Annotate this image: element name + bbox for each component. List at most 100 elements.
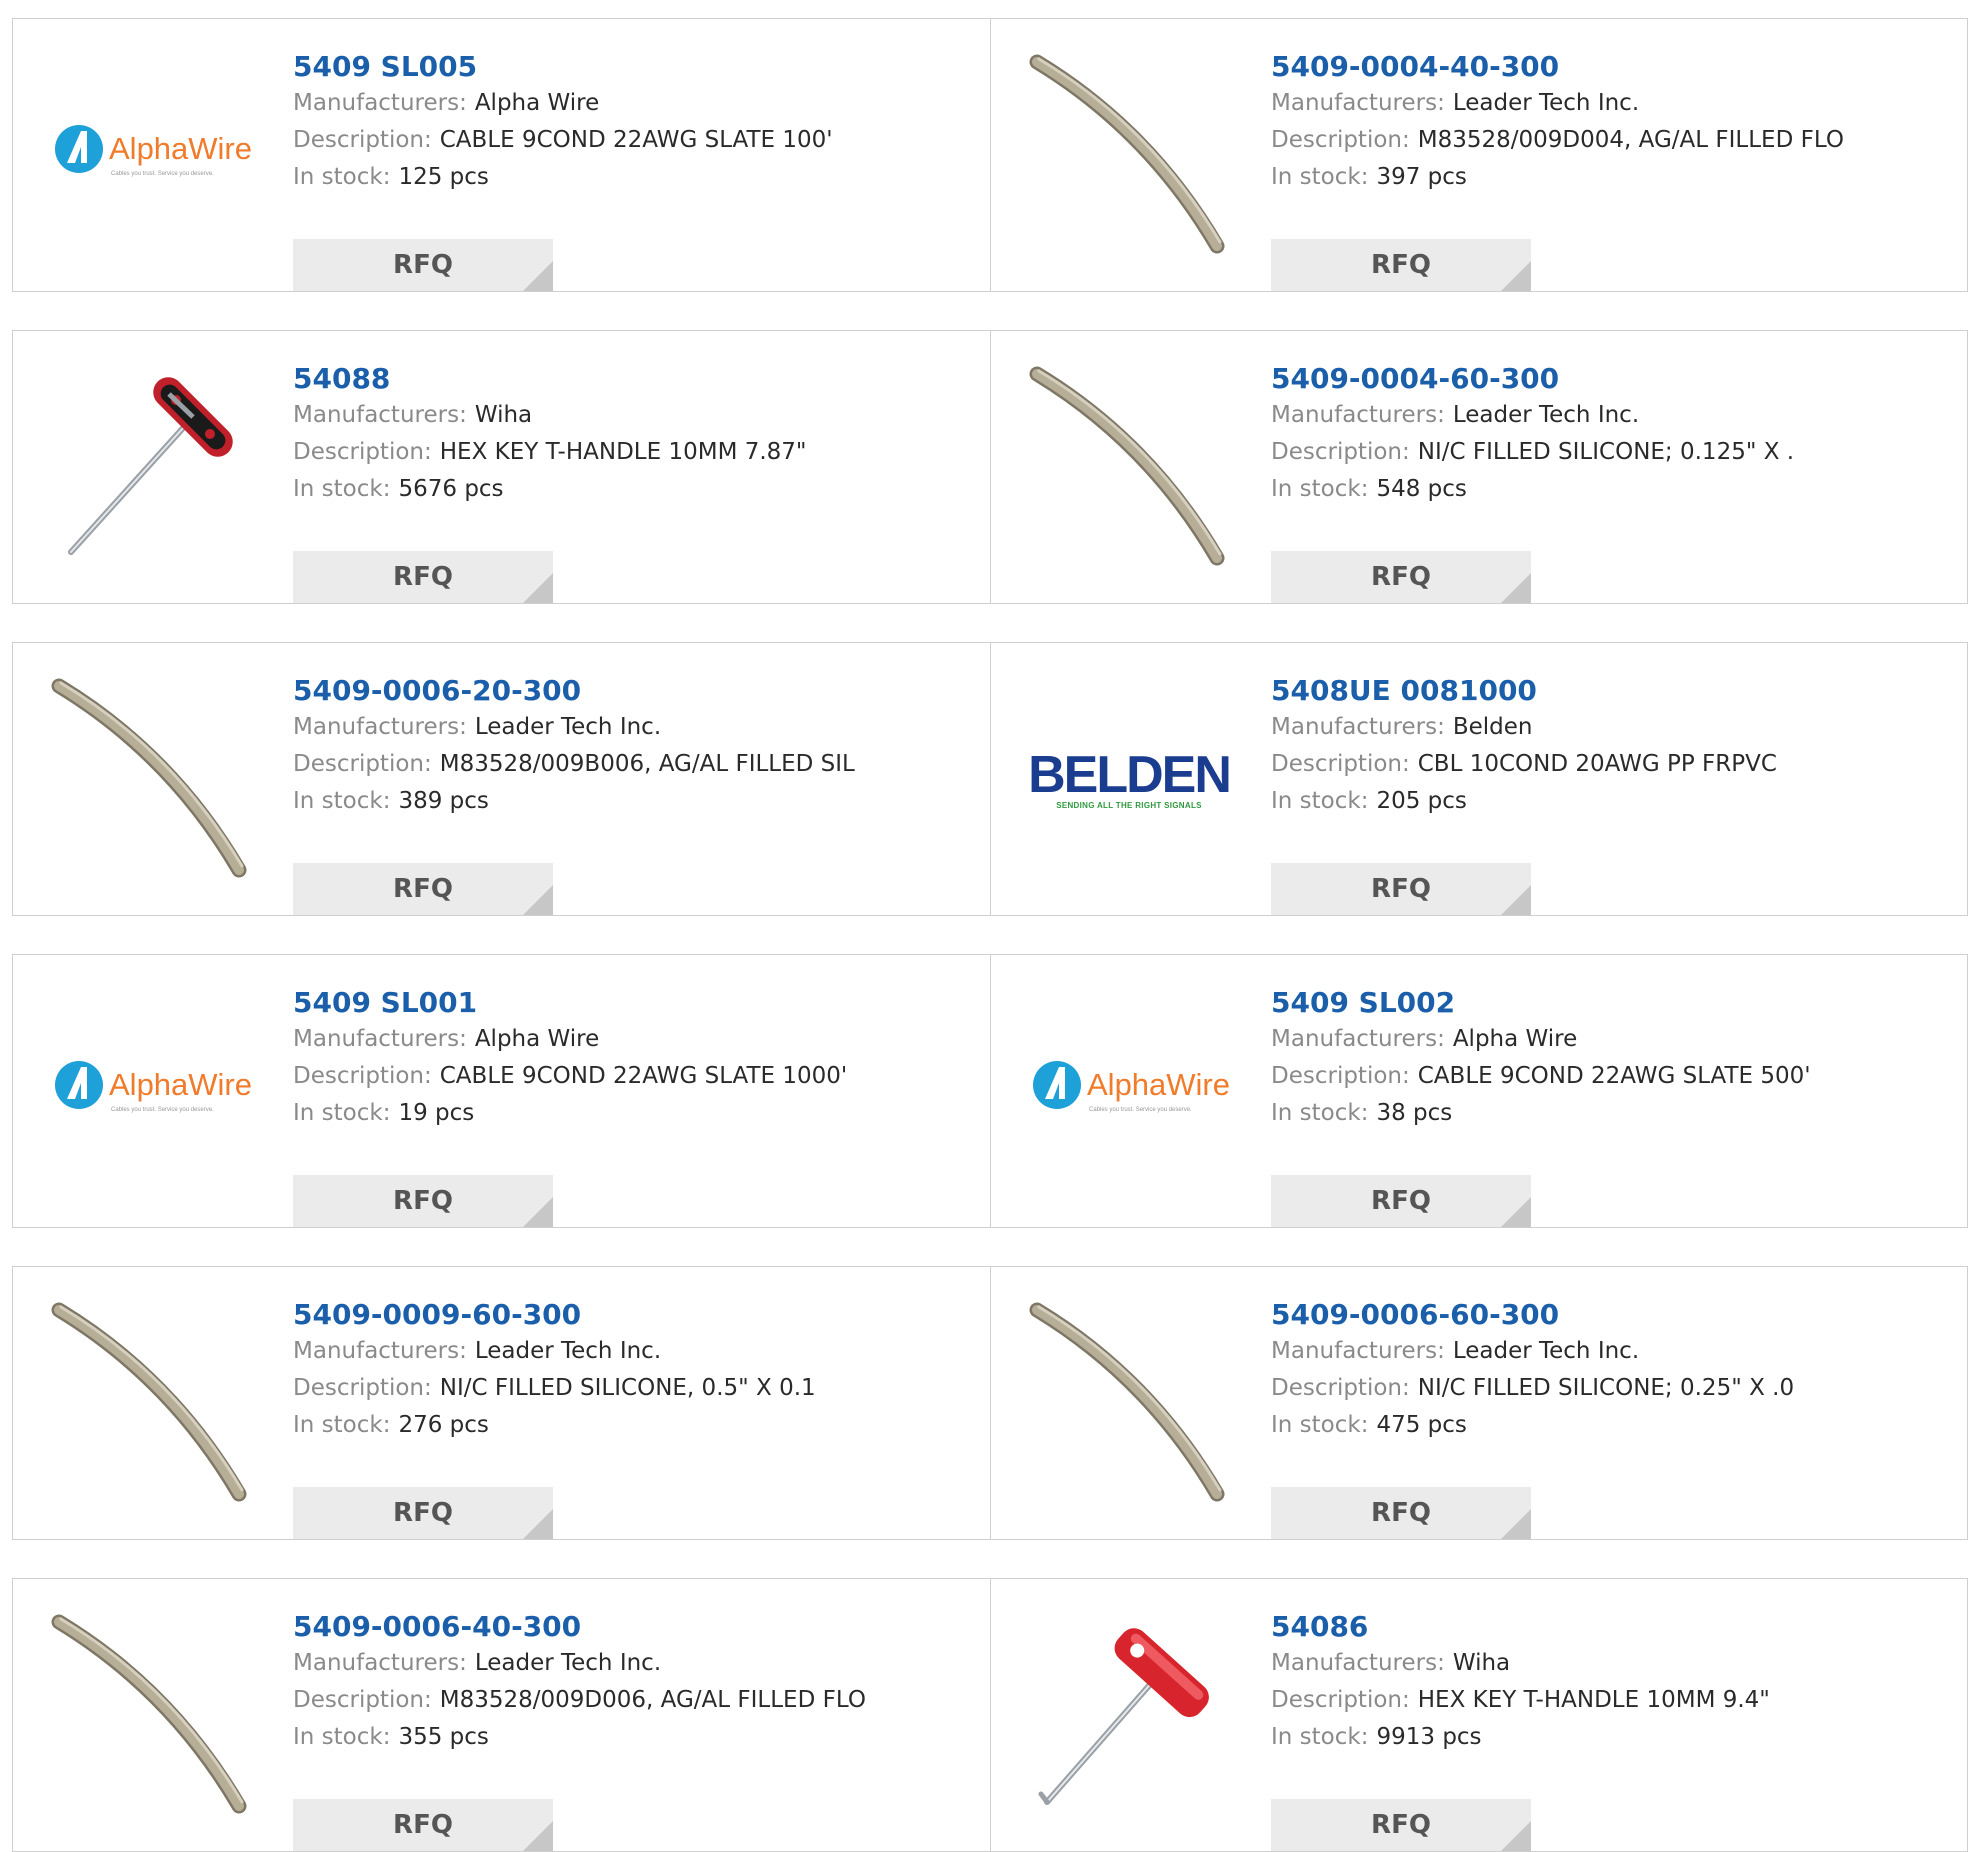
manufacturer-line: Manufacturers: Leader Tech Inc. bbox=[1271, 397, 1951, 434]
manufacturer-value: Leader Tech Inc. bbox=[1452, 1338, 1640, 1364]
description-label: Description: bbox=[293, 1063, 432, 1089]
stock-line: In stock: 548 pcs bbox=[1271, 471, 1951, 508]
rfq-button[interactable]: RFQ bbox=[1271, 863, 1531, 915]
manufacturer-line: Manufacturers: Leader Tech Inc. bbox=[293, 1333, 974, 1370]
stock-value: 548 pcs bbox=[1376, 476, 1467, 502]
in-stock-label: In stock: bbox=[1271, 164, 1369, 190]
in-stock-label: In stock: bbox=[1271, 476, 1369, 502]
product-image-gasket-strip[interactable] bbox=[49, 673, 253, 885]
rfq-button[interactable]: RFQ bbox=[1271, 1487, 1531, 1539]
manufacturers-label: Manufacturers: bbox=[1271, 1026, 1445, 1052]
product-grid: AlphaWire Cables you trust. Service you … bbox=[0, 0, 1968, 1852]
product-info: 5409 SL002 Manufacturers: Alpha Wire Desc… bbox=[1271, 985, 1951, 1227]
rfq-button[interactable]: RFQ bbox=[293, 1487, 553, 1539]
product-image-alphawire-logo[interactable]: AlphaWire Cables you trust. Service you … bbox=[1027, 985, 1231, 1197]
rfq-label: RFQ bbox=[1371, 250, 1431, 280]
manufacturer-line: Manufacturers: Leader Tech Inc. bbox=[293, 1645, 974, 1682]
rfq-button[interactable]: RFQ bbox=[293, 1175, 553, 1227]
rfq-button[interactable]: RFQ bbox=[1271, 1799, 1531, 1851]
product-image-hex-key-black-red[interactable] bbox=[49, 361, 253, 573]
manufacturer-line: Manufacturers: Wiha bbox=[1271, 1645, 1951, 1682]
description-value: CABLE 9COND 22AWG SLATE 1000' bbox=[439, 1063, 848, 1089]
manufacturers-label: Manufacturers: bbox=[293, 1650, 467, 1676]
part-number-link[interactable]: 5409 SL002 bbox=[1271, 985, 1951, 1021]
stock-line: In stock: 5676 pcs bbox=[293, 471, 974, 508]
rfq-button[interactable]: RFQ bbox=[1271, 1175, 1531, 1227]
stock-line: In stock: 125 pcs bbox=[293, 159, 974, 196]
product-image-gasket-strip[interactable] bbox=[49, 1609, 253, 1821]
part-number-link[interactable]: 5409 SL005 bbox=[293, 49, 974, 85]
alphawire-logo-name: AlphaWire bbox=[109, 1067, 251, 1102]
part-number-link[interactable]: 5409-0004-60-300 bbox=[1271, 361, 1951, 397]
in-stock-label: In stock: bbox=[1271, 1412, 1369, 1438]
in-stock-label: In stock: bbox=[293, 1100, 391, 1126]
corner-decoration bbox=[523, 1197, 553, 1227]
part-number-link[interactable]: 5409-0009-60-300 bbox=[293, 1297, 974, 1333]
product-row: 5409-0006-20-300 Manufacturers: Leader Te… bbox=[12, 642, 1968, 916]
description-line: Description: HEX KEY T-HANDLE 10MM 7.87" bbox=[293, 434, 974, 471]
part-number-link[interactable]: 54088 bbox=[293, 361, 974, 397]
part-number-link[interactable]: 5409 SL001 bbox=[293, 985, 974, 1021]
product-image-gasket-strip[interactable] bbox=[49, 1297, 253, 1509]
manufacturer-line: Manufacturers: Alpha Wire bbox=[293, 1021, 974, 1058]
stock-value: 397 pcs bbox=[1376, 164, 1467, 190]
manufacturer-line: Manufacturers: Leader Tech Inc. bbox=[293, 709, 974, 746]
description-line: Description: HEX KEY T-HANDLE 10MM 9.4" bbox=[1271, 1682, 1951, 1719]
part-number-link[interactable]: 5409-0006-60-300 bbox=[1271, 1297, 1951, 1333]
rfq-button[interactable]: RFQ bbox=[293, 1799, 553, 1851]
manufacturer-value: Leader Tech Inc. bbox=[1452, 402, 1640, 428]
belden-logo: BELDEN SENDING ALL THE RIGHT SIGNALS bbox=[1028, 749, 1232, 810]
manufacturer-value: Alpha Wire bbox=[474, 1026, 600, 1052]
description-value: M83528/009D004, AG/AL FILLED FLO bbox=[1417, 127, 1844, 153]
manufacturer-value: Belden bbox=[1452, 714, 1533, 740]
product-image-alphawire-logo[interactable]: AlphaWire Cables you trust. Service you … bbox=[49, 49, 253, 261]
description-label: Description: bbox=[293, 751, 432, 777]
product-info: 5409 SL001 Manufacturers: Alpha Wire Desc… bbox=[293, 985, 974, 1227]
product-info: 5409-0006-40-300 Manufacturers: Leader Te… bbox=[293, 1609, 974, 1851]
manufacturer-value: Leader Tech Inc. bbox=[1452, 90, 1640, 116]
stock-line: In stock: 397 pcs bbox=[1271, 159, 1951, 196]
manufacturer-line: Manufacturers: Belden bbox=[1271, 709, 1951, 746]
part-number-link[interactable]: 5409-0006-40-300 bbox=[293, 1609, 974, 1645]
product-card: 54086 Manufacturers: Wiha Description: HEX… bbox=[990, 1579, 1967, 1851]
rfq-label: RFQ bbox=[393, 1498, 453, 1528]
stock-line: In stock: 9913 pcs bbox=[1271, 1719, 1951, 1756]
rfq-label: RFQ bbox=[393, 874, 453, 904]
rfq-button[interactable]: RFQ bbox=[293, 551, 553, 603]
rfq-label: RFQ bbox=[1371, 1186, 1431, 1216]
rfq-button[interactable]: RFQ bbox=[1271, 551, 1531, 603]
corner-decoration bbox=[1501, 885, 1531, 915]
description-label: Description: bbox=[293, 1687, 432, 1713]
rfq-button[interactable]: RFQ bbox=[1271, 239, 1531, 291]
stock-line: In stock: 355 pcs bbox=[293, 1719, 974, 1756]
manufacturer-value: Wiha bbox=[1452, 1650, 1511, 1676]
product-card: 5409-0006-60-300 Manufacturers: Leader Te… bbox=[990, 1267, 1967, 1539]
stock-value: 9913 pcs bbox=[1376, 1724, 1482, 1750]
description-label: Description: bbox=[293, 127, 432, 153]
product-image-alphawire-logo[interactable]: AlphaWire Cables you trust. Service you … bbox=[49, 985, 253, 1197]
part-number-link[interactable]: 54086 bbox=[1271, 1609, 1951, 1645]
product-image-gasket-strip[interactable] bbox=[1027, 1297, 1231, 1509]
manufacturer-line: Manufacturers: Alpha Wire bbox=[293, 85, 974, 122]
stock-value: 38 pcs bbox=[1376, 1100, 1453, 1126]
part-number-link[interactable]: 5409-0006-20-300 bbox=[293, 673, 974, 709]
part-number-link[interactable]: 5409-0004-40-300 bbox=[1271, 49, 1951, 85]
product-info: 5409-0004-40-300 Manufacturers: Leader Te… bbox=[1271, 49, 1951, 291]
product-card: AlphaWire Cables you trust. Service you … bbox=[990, 955, 1967, 1227]
product-image-gasket-strip[interactable] bbox=[1027, 361, 1231, 573]
corner-decoration bbox=[523, 885, 553, 915]
product-image-belden-logo[interactable]: BELDEN SENDING ALL THE RIGHT SIGNALS bbox=[1027, 673, 1232, 885]
part-number-link[interactable]: 5408UE 0081000 bbox=[1271, 673, 1951, 709]
manufacturers-label: Manufacturers: bbox=[293, 1338, 467, 1364]
rfq-button[interactable]: RFQ bbox=[293, 863, 553, 915]
manufacturer-line: Manufacturers: Wiha bbox=[293, 397, 974, 434]
product-row: AlphaWire Cables you trust. Service you … bbox=[12, 18, 1968, 292]
stock-value: 5676 pcs bbox=[398, 476, 504, 502]
product-image-gasket-strip[interactable] bbox=[1027, 49, 1231, 261]
rfq-label: RFQ bbox=[1371, 562, 1431, 592]
description-label: Description: bbox=[1271, 439, 1410, 465]
description-value: NI/C FILLED SILICONE; 0.25" X .0 bbox=[1417, 1375, 1795, 1401]
product-image-hex-key-red[interactable] bbox=[1027, 1609, 1231, 1821]
rfq-button[interactable]: RFQ bbox=[293, 239, 553, 291]
description-line: Description: M83528/009D004, AG/AL FILLED… bbox=[1271, 122, 1951, 159]
